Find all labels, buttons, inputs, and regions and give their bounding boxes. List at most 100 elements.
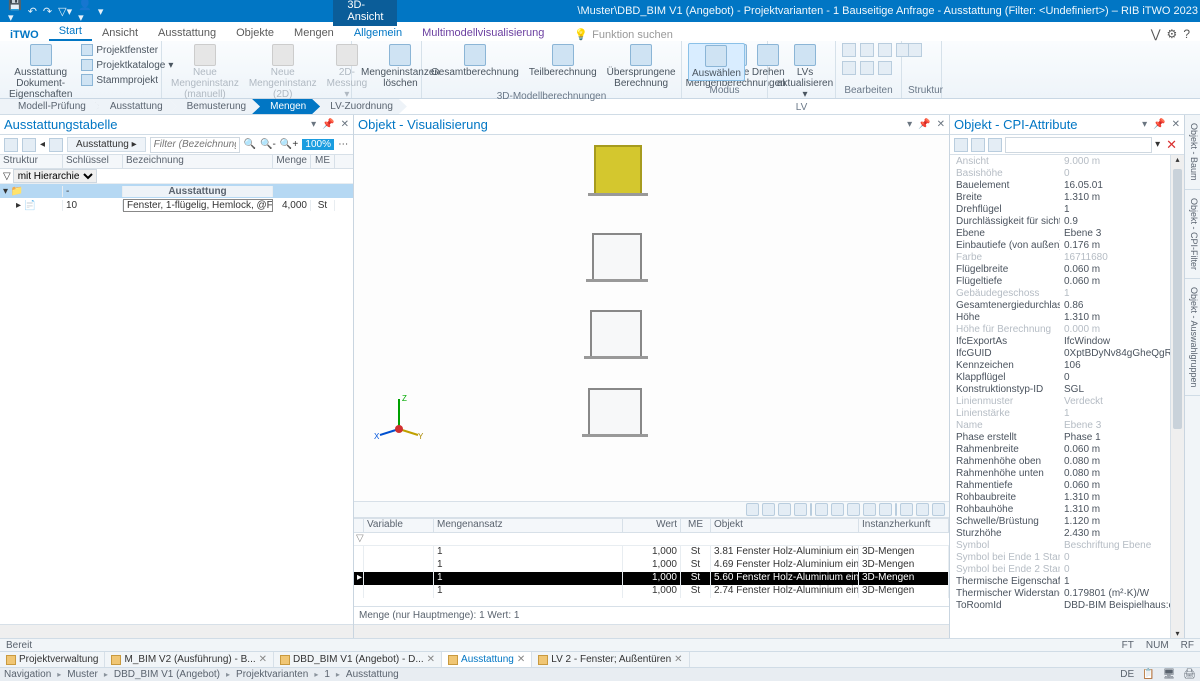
cpi-row[interactable]: Rahmentiefe0.060 m <box>950 479 1170 491</box>
v-scrollbar-cpi[interactable]: ▴ ▾ <box>1170 155 1184 638</box>
cpi-row[interactable]: Rohbauhöhe1.310 m <box>950 503 1170 515</box>
vt-icon[interactable] <box>932 503 945 516</box>
cpi-row[interactable]: Flügeltiefe0.060 m <box>950 275 1170 287</box>
bottom-tab[interactable]: Ausstattung✕ <box>442 652 532 667</box>
btn-teilberechnung[interactable]: Teilberechnung <box>526 43 600 79</box>
vt-icon[interactable] <box>916 503 929 516</box>
breadcrumb-back-icon[interactable]: ◂ <box>40 139 45 150</box>
low-row[interactable]: 11,000St2.74 Fenster Holz-Aluminium ein3… <box>354 585 949 598</box>
cpi-row[interactable]: Durchlässigkeit für sichtbares...0.9 <box>950 215 1170 227</box>
bottom-tab[interactable]: DBD_BIM V1 (Angebot) - D...✕ <box>274 652 442 667</box>
cpi-row[interactable]: Phase erstelltPhase 1 <box>950 431 1170 443</box>
vt-icon[interactable] <box>863 503 876 516</box>
nav-muster[interactable]: Muster <box>67 669 98 680</box>
edit-icons-row1[interactable] <box>842 43 910 57</box>
axis-gizmo[interactable]: Z Y X <box>374 391 424 441</box>
low-row[interactable]: 11,000St3.81 Fenster Holz-Aluminium ein3… <box>354 546 949 559</box>
toolbar-icon-3[interactable] <box>49 138 63 152</box>
lcol-mengenansatz[interactable]: Mengenansatz <box>434 519 623 532</box>
cpi-row[interactable]: Farbe16711680 <box>950 251 1170 263</box>
col-menge[interactable]: Menge <box>273 155 311 168</box>
pane-close-icon[interactable]: ✕ <box>341 119 349 130</box>
cpi-icon-1[interactable] <box>954 138 968 152</box>
cpi-row[interactable]: EbeneEbene 3 <box>950 227 1170 239</box>
cpi-row[interactable]: Einbautiefe (von außen)0.176 m <box>950 239 1170 251</box>
cpi-row[interactable]: Symbol bei Ende 2 Standard0 <box>950 563 1170 575</box>
pane-dropdown-icon[interactable]: ▾ <box>907 119 912 130</box>
col-me[interactable]: ME <box>311 155 335 168</box>
struct-icon[interactable] <box>908 43 922 57</box>
help-icon[interactable]: ? <box>1183 27 1190 41</box>
cpi-row[interactable]: Ansicht9.000 m <box>950 155 1170 167</box>
btn-auswaehlen[interactable]: Auswählen <box>688 43 745 81</box>
bottom-tab[interactable]: LV 2 - Fenster; Außentüren✕ <box>532 652 689 667</box>
filter-toggle-icon[interactable]: ▽ <box>3 171 11 182</box>
cpi-row[interactable]: Rohbaubreite1.310 m <box>950 491 1170 503</box>
table-row[interactable]: ▸ 📄 10 Fenster, 1-flügelig, Hemlock, @Fb… <box>0 198 353 212</box>
cpi-row[interactable]: Symbol bei Ende 1 Standard0 <box>950 551 1170 563</box>
cpi-row[interactable]: IfcExportAsIfcWindow <box>950 335 1170 347</box>
lcol-me[interactable]: ME <box>681 519 711 532</box>
zoom-in-icon[interactable]: 🔍+ <box>280 139 298 150</box>
cpi-row[interactable]: Thermische Eigenschaften de...1 <box>950 575 1170 587</box>
vt-icon[interactable] <box>847 503 860 516</box>
cpi-row[interactable]: Drehflügel1 <box>950 203 1170 215</box>
cpi-row[interactable]: NameEbene 3 <box>950 419 1170 431</box>
cpi-row[interactable]: Rahmenhöhe unten0.080 m <box>950 467 1170 479</box>
toolbar-icon-2[interactable] <box>22 138 36 152</box>
pane-pin-icon[interactable]: 📌 <box>918 119 930 130</box>
btn-stammprojekt[interactable]: Stammprojekt <box>79 73 175 87</box>
low-row[interactable]: 11,000St4.69 Fenster Holz-Aluminium ein3… <box>354 559 949 572</box>
cpi-row[interactable]: Klappflügel0 <box>950 371 1170 383</box>
crumb-bemusterung[interactable]: Bemusterung <box>169 99 260 114</box>
col-bezeichnung[interactable]: Bezeichnung <box>123 155 273 168</box>
vt-icon[interactable] <box>762 503 775 516</box>
cpi-row[interactable]: Höhe1.310 m <box>950 311 1170 323</box>
nav-icon-2[interactable]: 🖥 <box>1163 669 1176 680</box>
mini-crumb-ausstattung[interactable]: Ausstattung ▸ <box>67 137 146 152</box>
zoom-value[interactable]: 100% <box>302 139 334 150</box>
crumb-lv-zuordnung[interactable]: LV-Zuordnung <box>312 99 407 114</box>
vt-icon[interactable] <box>879 503 892 516</box>
undo-icon[interactable]: ↶ <box>28 5 37 18</box>
nav-1[interactable]: 1 <box>324 669 330 680</box>
ribbon-collapse-icon[interactable]: ⋁ <box>1151 27 1161 41</box>
nav-navigation[interactable]: Navigation <box>4 669 51 680</box>
btn-ausstattung-eigenschaften[interactable]: AusstattungDokument-Eigenschaften <box>6 43 75 101</box>
cpi-row[interactable]: IfcGUID0XptBDyNv84gGheQgR7Cby <box>950 347 1170 359</box>
lcol-variable[interactable]: Variable <box>364 519 434 532</box>
cpi-row[interactable]: Höhe für Berechnung0.000 m <box>950 323 1170 335</box>
tab-start[interactable]: Start <box>49 23 92 41</box>
cpi-row[interactable]: Sturzhöhe2.430 m <box>950 527 1170 539</box>
tab-allgemein[interactable]: Allgemein <box>344 25 412 41</box>
nav-varianten[interactable]: Projektvarianten <box>236 669 308 680</box>
table-row-group[interactable]: ▾ 📁-Ausstattung <box>0 184 353 198</box>
cpi-row[interactable]: Flügelbreite0.060 m <box>950 263 1170 275</box>
lcol-instanzherkunft[interactable]: Instanzherkunft <box>859 519 949 532</box>
edit-icons-row2[interactable] <box>842 61 892 75</box>
vt-icon[interactable] <box>778 503 791 516</box>
crumb-modell-pruefung[interactable]: Modell-Prüfung <box>0 99 100 114</box>
low-row[interactable]: ▸11,000St5.60 Fenster Holz-Aluminium ein… <box>354 572 949 585</box>
tab-objekte[interactable]: Objekte <box>226 25 284 41</box>
crumb-mengen[interactable]: Mengen <box>252 99 320 114</box>
cpi-row[interactable]: Konstruktionstyp-IDSGL <box>950 383 1170 395</box>
nav-project[interactable]: DBD_BIM V1 (Angebot) <box>114 669 220 680</box>
tab-multimodell[interactable]: Multimodellvisualisierung <box>412 25 554 41</box>
pane-close-icon[interactable]: ✕ <box>1172 119 1180 130</box>
tab-ansicht[interactable]: Ansicht <box>92 25 148 41</box>
settings-icon[interactable]: ⚙ <box>1167 27 1178 41</box>
nav-lang[interactable]: DE <box>1120 669 1134 680</box>
zoom-out-icon[interactable]: 🔍- <box>260 139 276 150</box>
nav-icon-1[interactable]: 📋 <box>1142 669 1154 680</box>
nav-ausstattung[interactable]: Ausstattung <box>346 669 399 680</box>
cpi-row[interactable]: LinienmusterVerdeckt <box>950 395 1170 407</box>
vt-icon[interactable] <box>831 503 844 516</box>
pane-pin-icon[interactable]: 📌 <box>1153 119 1165 130</box>
cpi-clear-icon[interactable]: ✕ <box>1163 137 1180 153</box>
cpi-row[interactable]: Kennzeichen106 <box>950 359 1170 371</box>
pane-pin-icon[interactable]: 📌 <box>322 119 334 130</box>
bottom-tab[interactable]: M_BIM V2 (Ausführung) - B...✕ <box>105 652 274 667</box>
btn-uebersprungene-berechnung[interactable]: ÜbersprungeneBerechnung <box>604 43 679 90</box>
cpi-icon-3[interactable] <box>988 138 1002 152</box>
